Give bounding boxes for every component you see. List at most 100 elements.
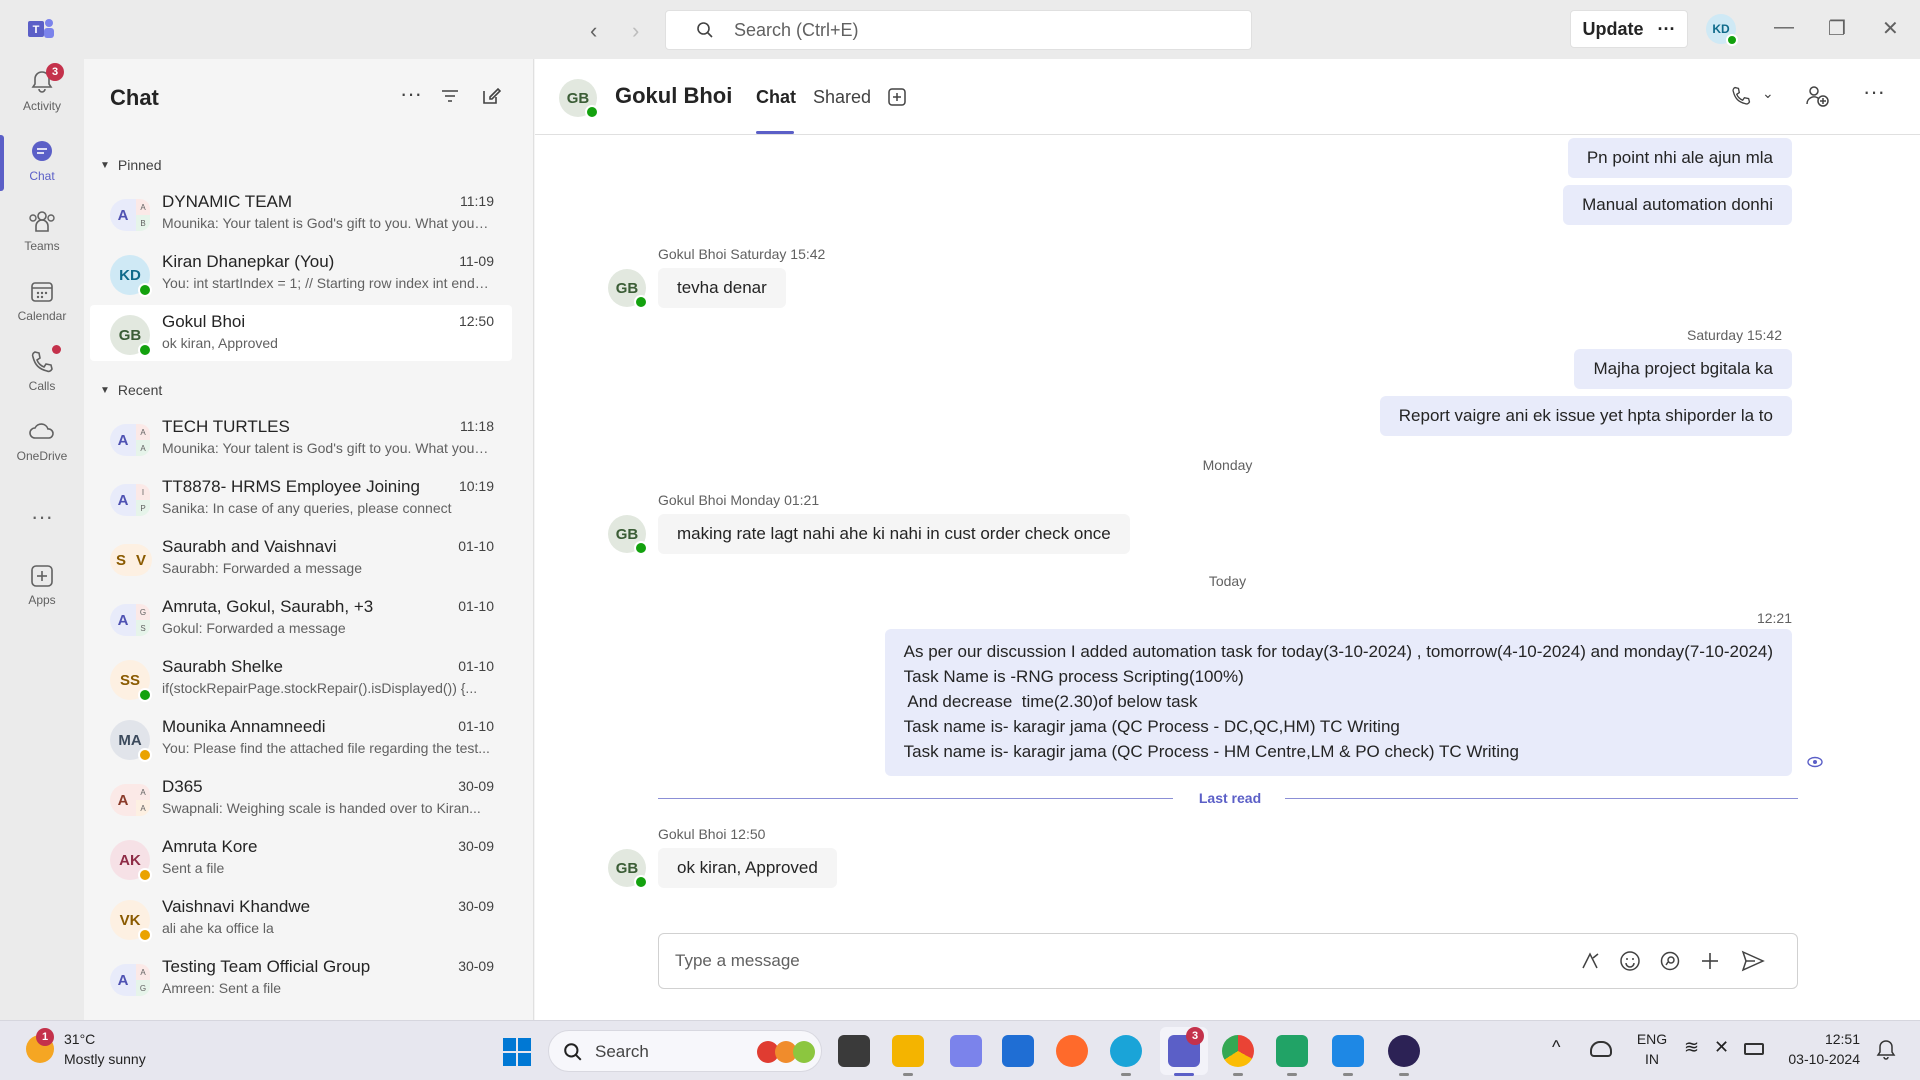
presence-available-icon [585, 105, 599, 119]
tab-chat[interactable]: Chat [756, 87, 796, 108]
cloud-icon [29, 423, 54, 439]
task-view-icon[interactable] [838, 1035, 870, 1067]
send-icon[interactable] [1741, 950, 1765, 972]
chat-name: Amruta, Gokul, Saurabh, +3 [162, 597, 374, 616]
close-icon[interactable]: ✕ [1882, 16, 1899, 41]
spreadsheet-app-icon[interactable] [1276, 1035, 1308, 1067]
clock-time[interactable]: 12:51 [1780, 1031, 1860, 1047]
chat-item-amruta-kore[interactable]: AK Amruta Kore 30-09 Sent a file [90, 830, 512, 886]
chat-item-d365[interactable]: AAA D365 30-09 Swapnali: Weighing scale … [90, 770, 512, 826]
message-out[interactable]: Report vaigre ani ek issue yet hpta ship… [1379, 396, 1792, 436]
notification-bell-icon[interactable] [1876, 1039, 1896, 1061]
chat-item-testing-team[interactable]: AAG Testing Team Official Group 30-09 Am… [90, 950, 512, 1006]
chat-name: Saurabh Shelke [162, 657, 283, 676]
rail-onedrive[interactable]: OneDrive [0, 419, 84, 463]
chat-item-vaishnavi-khandwe[interactable]: VK Vaishnavi Khandwe 30-09 ali ahe ka of… [90, 890, 512, 946]
search-input[interactable]: Search (Ctrl+E) [665, 10, 1252, 50]
file-explorer-icon[interactable] [892, 1035, 924, 1067]
restore-icon[interactable]: ❐ [1828, 16, 1846, 41]
rail-apps[interactable]: Apps [0, 563, 84, 607]
weather-desc: Mostly sunny [64, 1051, 146, 1067]
wifi-icon[interactable]: ≋ [1684, 1037, 1699, 1058]
pinned-section-header[interactable]: ▼ Pinned [100, 157, 162, 173]
sender-avatar[interactable]: GB [608, 849, 648, 889]
taskbar-search[interactable]: Search [548, 1030, 822, 1072]
sender-avatar[interactable]: GB [608, 269, 648, 309]
day-separator: Monday [1202, 457, 1253, 473]
group-avatar: AAG [110, 960, 150, 1000]
rail-calls[interactable]: Calls [0, 345, 84, 393]
eclipse-icon[interactable] [1388, 1035, 1420, 1067]
forward-arrow-icon[interactable]: › [632, 18, 639, 44]
chat-time: 01-10 [458, 538, 494, 554]
microsoft-store-icon[interactable] [1002, 1035, 1034, 1067]
format-icon[interactable] [1579, 950, 1601, 972]
chat-time: 30-09 [458, 958, 494, 974]
rail-calendar[interactable]: Calendar [0, 279, 84, 323]
more-apps-icon[interactable]: ··· [0, 504, 84, 530]
message-out[interactable]: Majha project bgitala ka [1574, 349, 1792, 389]
recent-section-header[interactable]: ▼ Recent [100, 382, 162, 398]
chat-item-amruta-group[interactable]: AGS Amruta, Gokul, Saurabh, +3 01-10 Gok… [90, 590, 512, 646]
chevron-up-icon[interactable]: ^ [1552, 1037, 1560, 1058]
message-out[interactable]: Pn point nhi ale ajun mla [1567, 138, 1792, 178]
cloud-sync-icon[interactable] [1590, 1041, 1612, 1057]
chat-item-tt8878[interactable]: AIP TT8878- HRMS Employee Joining 10:19 … [90, 470, 512, 526]
sender-avatar[interactable]: GB [608, 515, 648, 555]
call-icon[interactable] [1730, 85, 1752, 107]
notepad-icon[interactable] [1332, 1035, 1364, 1067]
language-line1[interactable]: ENG [1634, 1031, 1670, 1047]
calendar-icon [31, 282, 53, 302]
message-out-multiline[interactable]: As per our discussion I added automation… [884, 629, 1792, 776]
language-line2[interactable]: IN [1634, 1051, 1670, 1067]
chat-time: 30-09 [458, 778, 494, 794]
battery-icon[interactable] [1744, 1043, 1764, 1055]
avatar: SS [110, 660, 152, 702]
message-in[interactable]: Gokul Bhoi Monday 01:21 making rate lagt… [658, 492, 1130, 554]
more-options-icon[interactable]: ··· [400, 81, 422, 107]
profile-avatar[interactable]: KD [1706, 14, 1738, 46]
rail-activity[interactable]: 3 Activity [0, 63, 84, 113]
chat-item-mounika[interactable]: MA Mounika Annamneedi 01-10 You: Please … [90, 710, 512, 766]
chrome-icon[interactable] [1222, 1035, 1254, 1067]
new-chat-icon[interactable] [480, 85, 502, 107]
teams-personal-icon[interactable] [950, 1035, 982, 1067]
rail-teams[interactable]: Teams [0, 209, 84, 253]
more-options-icon[interactable]: ··· [1863, 79, 1885, 105]
message-in[interactable]: Gokul Bhoi Saturday 15:42 tevha denar [658, 246, 825, 308]
minimize-icon[interactable]: — [1774, 16, 1794, 39]
chat-item-dynamic-team[interactable]: AAB DYNAMIC TEAM 11:19 Mounika: Your tal… [90, 185, 512, 241]
emoji-icon[interactable] [1619, 950, 1641, 972]
active-app-indicator [1174, 1073, 1194, 1076]
contact-avatar[interactable]: GB [559, 79, 599, 119]
chat-item-tech-turtles[interactable]: AAA TECH TURTLES 11:18 Mounika: Your tal… [90, 410, 512, 466]
edge-icon[interactable] [1110, 1035, 1142, 1067]
tab-shared[interactable]: Shared [813, 87, 871, 108]
message-out[interactable]: Manual automation donhi [1563, 185, 1792, 225]
filter-icon[interactable] [440, 87, 460, 105]
back-arrow-icon[interactable]: ‹ [590, 18, 597, 44]
update-button[interactable]: Update ··· [1570, 10, 1688, 48]
chat-time: 01-10 [458, 598, 494, 614]
loop-icon[interactable] [1659, 950, 1681, 972]
chat-item-saurabh-shelke[interactable]: SS Saurabh Shelke 01-10 if(stockRepairPa… [90, 650, 512, 706]
chevron-down-icon[interactable]: ⌄ [1762, 85, 1774, 102]
chat-item-gokul-bhoi[interactable]: GB Gokul Bhoi 12:50 ok kiran, Approved [90, 305, 512, 361]
clock-date[interactable]: 03-10-2024 [1780, 1051, 1860, 1067]
firefox-icon[interactable] [1056, 1035, 1088, 1067]
volume-muted-icon[interactable]: ✕ [1714, 1037, 1729, 1058]
message-meta: Gokul Bhoi 12:50 [658, 826, 766, 842]
chat-item-saurabh-vaishnavi[interactable]: SV Saurabh and Vaishnavi 01-10 Saurabh: … [90, 530, 512, 586]
add-people-icon[interactable] [1805, 85, 1829, 107]
message-in[interactable]: Gokul Bhoi 12:50 ok kiran, Approved [658, 826, 837, 888]
chat-list-title: Chat [110, 85, 159, 110]
windows-start-icon[interactable] [502, 1037, 532, 1067]
search-icon [697, 22, 713, 38]
plus-icon[interactable] [1699, 950, 1721, 972]
message-composer[interactable]: Type a message [658, 933, 1798, 989]
chat-item-kiran-dhanepkar[interactable]: KD Kiran Dhanepkar (You) 11-09 You: int … [90, 245, 512, 301]
section-label: Pinned [117, 157, 162, 173]
add-tab-icon[interactable] [887, 87, 907, 107]
chat-name: Vaishnavi Khandwe [162, 897, 311, 916]
rail-chat[interactable]: Chat [0, 139, 84, 183]
